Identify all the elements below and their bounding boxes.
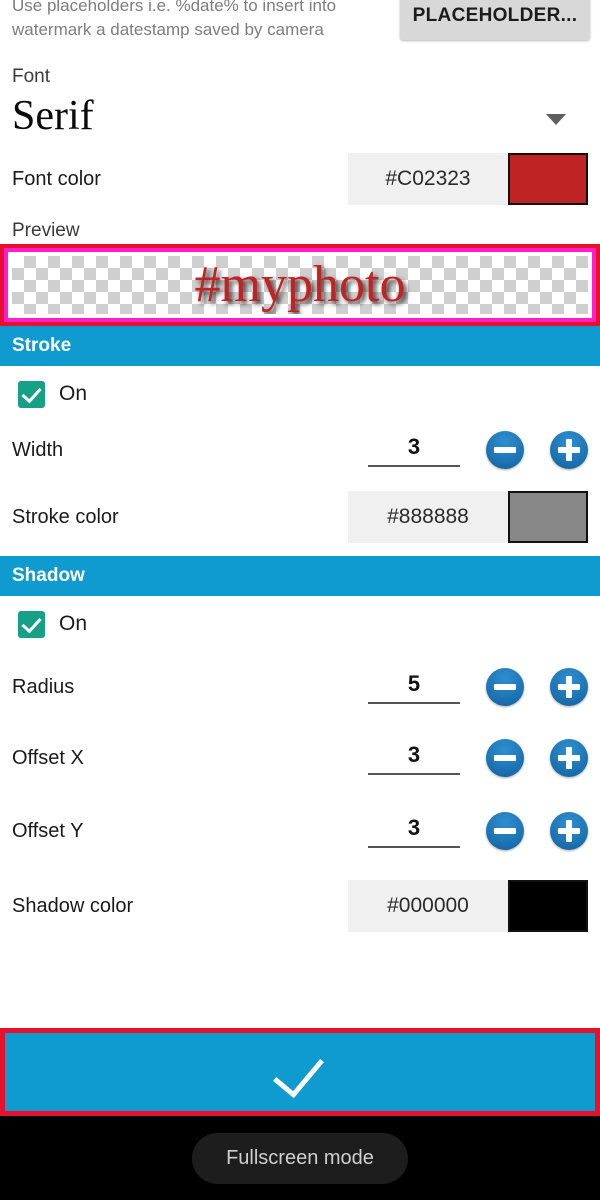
stroke-enable-label: On: [59, 382, 88, 405]
shadow-offset-x-stepper: 3: [368, 739, 588, 777]
shadow-color-field[interactable]: #000000: [348, 880, 588, 932]
stroke-width-stepper: 3: [368, 431, 588, 469]
font-selector[interactable]: Font Serif: [0, 52, 600, 148]
preview-highlight: #myphoto: [0, 244, 600, 326]
stroke-color-hex: #888888: [387, 505, 469, 528]
shadow-offset-y-stepper: 3: [368, 812, 588, 850]
shadow-radius-input[interactable]: 5: [368, 671, 460, 704]
preview-frame: #myphoto: [4, 248, 596, 322]
section-header-stroke: Stroke: [0, 326, 600, 366]
shadow-radius-stepper: 5: [368, 668, 588, 706]
font-value: Serif: [12, 93, 94, 139]
font-color-row[interactable]: Font color #C02323: [0, 148, 600, 210]
font-color-field[interactable]: #C02323: [348, 153, 588, 205]
font-color-label: Font color: [12, 167, 101, 190]
plus-icon[interactable]: [550, 739, 588, 777]
system-navigation-bar: Fullscreen mode: [0, 1116, 600, 1200]
minus-icon[interactable]: [486, 668, 524, 706]
minus-icon[interactable]: [486, 431, 524, 469]
check-icon: [283, 1042, 317, 1102]
shadow-offset-x-input[interactable]: 3: [368, 742, 460, 775]
shadow-offset-x-label: Offset X: [12, 746, 84, 769]
placeholder-button[interactable]: PLACEHOLDER...: [400, 0, 590, 40]
section-header-shadow: Shadow: [0, 556, 600, 596]
shadow-color-row[interactable]: Shadow color #000000: [0, 868, 600, 944]
font-label: Font: [12, 66, 51, 87]
plus-icon[interactable]: [550, 431, 588, 469]
preview-label: Preview: [12, 220, 80, 241]
minus-icon[interactable]: [486, 812, 524, 850]
minus-icon[interactable]: [486, 739, 524, 777]
stroke-enable-row[interactable]: On: [0, 366, 600, 422]
plus-icon[interactable]: [550, 668, 588, 706]
shadow-enable-checkbox[interactable]: [18, 610, 45, 638]
shadow-radius-row: Radius 5: [0, 652, 600, 722]
chevron-down-icon[interactable]: [546, 114, 566, 125]
stroke-width-input[interactable]: 3: [368, 434, 460, 467]
stroke-color-label: Stroke color: [12, 505, 119, 528]
font-color-hex: #C02323: [385, 167, 471, 190]
shadow-offset-y-label: Offset Y: [12, 819, 84, 842]
shadow-radius-label: Radius: [12, 675, 75, 698]
stroke-enable-checkbox[interactable]: [18, 380, 45, 408]
placeholder-hint-area: Use placeholders i.e. %date% to insert i…: [0, 0, 600, 52]
shadow-offset-x-row: Offset X 3: [0, 722, 600, 794]
shadow-offset-y-input[interactable]: 3: [368, 815, 460, 848]
preview-watermark-text: #myphoto: [194, 256, 406, 313]
shadow-enable-label: On: [59, 612, 88, 635]
stroke-color-field[interactable]: #888888: [348, 491, 588, 543]
placeholder-hint-text: Use placeholders i.e. %date% to insert i…: [12, 0, 337, 39]
shadow-enable-row[interactable]: On: [0, 596, 600, 652]
shadow-color-swatch[interactable]: [508, 880, 588, 932]
shadow-color-label: Shadow color: [12, 894, 134, 917]
confirm-button[interactable]: [0, 1028, 600, 1116]
plus-icon[interactable]: [550, 812, 588, 850]
font-color-swatch[interactable]: [508, 153, 588, 205]
shadow-offset-y-row: Offset Y 3: [0, 794, 600, 868]
stroke-width-row: Width 3: [0, 422, 600, 478]
app-screen: Use placeholders i.e. %date% to insert i…: [0, 0, 600, 1200]
stroke-color-swatch[interactable]: [508, 491, 588, 543]
stroke-width-label: Width: [12, 438, 64, 461]
preview-canvas[interactable]: #myphoto: [12, 256, 588, 314]
fullscreen-mode-toast: Fullscreen mode: [192, 1132, 408, 1184]
shadow-color-hex: #000000: [387, 894, 469, 917]
stroke-color-row[interactable]: Stroke color #888888: [0, 478, 600, 556]
